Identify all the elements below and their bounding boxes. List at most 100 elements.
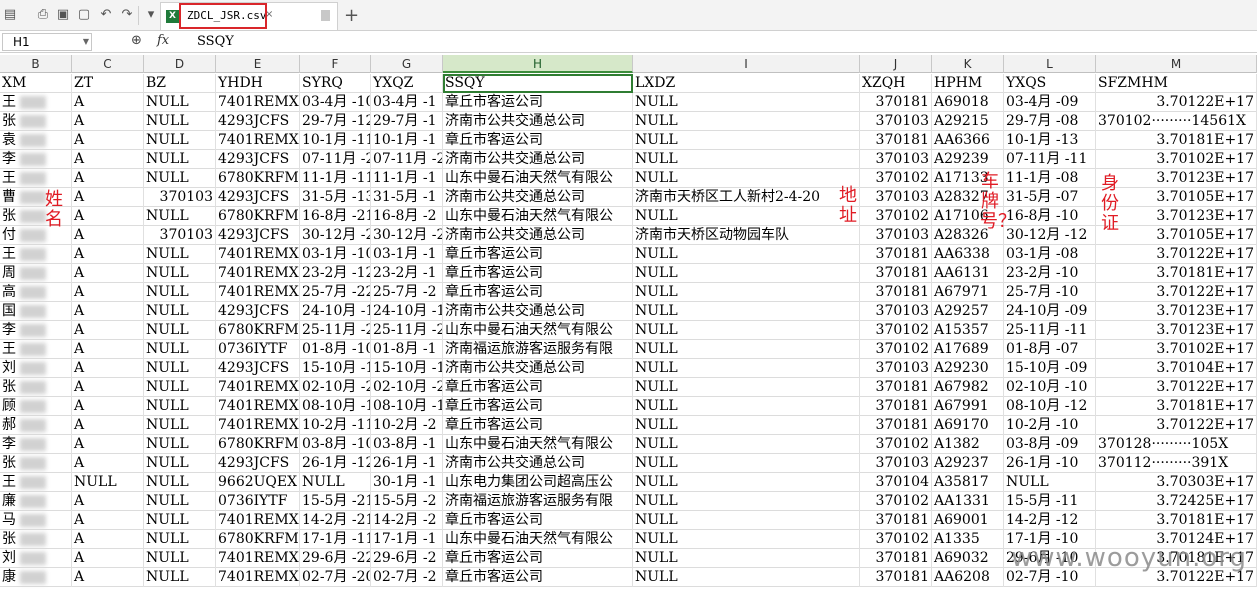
column-header-m[interactable]: M [1096, 55, 1257, 73]
table-cell[interactable]: 370181 [860, 245, 932, 264]
table-cell[interactable]: 济南市公共交通总公司 [443, 454, 633, 473]
table-cell[interactable]: 山东中曼石油天然气有限公 [443, 321, 633, 340]
table-cell[interactable]: NULL [144, 340, 216, 359]
column-header-l[interactable]: L [1004, 55, 1096, 73]
table-cell[interactable]: NULL [144, 416, 216, 435]
table-cell[interactable]: 3.70122E+17 [1096, 245, 1257, 264]
table-cell[interactable]: NULL [633, 378, 860, 397]
table-cell[interactable]: 章丘市客运公司 [443, 549, 633, 568]
table-cell[interactable]: NULL [144, 169, 216, 188]
table-cell[interactable]: NULL [633, 264, 860, 283]
table-cell[interactable]: 370102 [860, 435, 932, 454]
table-cell[interactable]: 济南市天桥区工人新村2-4-20 [633, 188, 860, 207]
fx-icon[interactable]: fx [157, 33, 169, 48]
table-cell[interactable]: 10-1月 -1 [371, 131, 443, 150]
table-cell[interactable]: 7401REMX [216, 397, 300, 416]
table-cell[interactable]: 17-1月 -11 [300, 530, 371, 549]
table-cell[interactable]: 25-11月 -22 [300, 321, 371, 340]
table-cell[interactable]: 03-4月 -10 [300, 93, 371, 112]
table-cell[interactable]: 25-7月 -2 [371, 283, 443, 302]
table-cell[interactable]: 山东中曼石油天然气有限公 [443, 169, 633, 188]
table-cell[interactable]: NULL [633, 530, 860, 549]
table-cell[interactable]: 17-1月 -1 [371, 530, 443, 549]
table-cell[interactable]: A [72, 359, 144, 378]
table-cell[interactable]: 章丘市客运公司 [443, 283, 633, 302]
table-cell[interactable]: 7401REMX [216, 568, 300, 587]
table-cell[interactable]: 31-5月 -13 [300, 188, 371, 207]
table-cell[interactable]: 7401REMX [216, 549, 300, 568]
table-cell[interactable]: 7401REMX [216, 283, 300, 302]
table-cell[interactable]: 370181 [860, 397, 932, 416]
table-cell[interactable]: A [72, 150, 144, 169]
table-cell[interactable]: 02-10月 -20 [300, 378, 371, 397]
table-cell[interactable]: 11-1月 -11 [300, 169, 371, 188]
table-cell[interactable]: A [72, 245, 144, 264]
table-cell[interactable]: 370181 [860, 264, 932, 283]
table-cell[interactable]: 29-6月 -22 [300, 549, 371, 568]
table-cell[interactable]: NULL [1004, 473, 1096, 492]
table-cell[interactable]: 370112·········391X [1096, 454, 1257, 473]
table-cell[interactable]: 14-2月 -2 [371, 511, 443, 530]
table-cell[interactable]: NULL [144, 112, 216, 131]
table-cell[interactable]: 济南市公共交通总公司 [443, 150, 633, 169]
table-cell[interactable]: 4293JCFS [216, 302, 300, 321]
add-tab-button[interactable]: + [344, 5, 359, 26]
table-cell[interactable]: 25-7月 -22 [300, 283, 371, 302]
column-header-f[interactable]: F [300, 55, 371, 73]
table-cell[interactable]: 29-7月 -1 [371, 112, 443, 131]
header-cell[interactable]: LXDZ [633, 74, 860, 93]
table-cell[interactable]: NULL [144, 568, 216, 587]
table-cell[interactable]: 370103 [860, 150, 932, 169]
table-cell[interactable]: 08-10月 -10 [300, 397, 371, 416]
table-cell[interactable]: A [72, 188, 144, 207]
table-cell[interactable]: 济南福运旅游客运服务有限 [443, 492, 633, 511]
table-cell[interactable]: 6780KRFM [216, 435, 300, 454]
table-cell[interactable]: 14-2月 -12 [1004, 511, 1096, 530]
table-cell[interactable]: 01-8月 -1 [371, 340, 443, 359]
table-cell[interactable]: 4293JCFS [216, 150, 300, 169]
table-cell[interactable]: 山东电力集团公司超高压公 [443, 473, 633, 492]
table-cell[interactable]: 30-12月 -12 [1004, 226, 1096, 245]
page-setup-icon[interactable]: ▢ [76, 7, 92, 23]
table-cell[interactable]: 济南福运旅游客运服务有限 [443, 340, 633, 359]
table-cell[interactable]: 章丘市客运公司 [443, 131, 633, 150]
table-cell[interactable]: A [72, 283, 144, 302]
table-cell[interactable]: 3.70181E+17 [1096, 397, 1257, 416]
table-cell[interactable]: NULL [144, 492, 216, 511]
table-cell[interactable]: 23-2月 -1 [371, 264, 443, 283]
header-cell[interactable]: HPHM [932, 74, 1004, 93]
column-header-g[interactable]: G [371, 55, 443, 73]
table-cell[interactable]: 6780KRFM [216, 207, 300, 226]
table-cell[interactable]: 30-1月 -1 [371, 473, 443, 492]
table-cell[interactable]: 章丘市客运公司 [443, 416, 633, 435]
table-cell[interactable]: NULL [633, 150, 860, 169]
table-cell[interactable]: NULL [633, 131, 860, 150]
table-cell[interactable]: 15-10月 -09 [1004, 359, 1096, 378]
table-cell[interactable]: 章丘市客运公司 [443, 93, 633, 112]
table-cell[interactable]: 3.70102E+17 [1096, 150, 1257, 169]
table-cell[interactable]: 08-10月 -1 [371, 397, 443, 416]
table-cell[interactable]: 章丘市客运公司 [443, 245, 633, 264]
table-cell[interactable]: 山东中曼石油天然气有限公 [443, 530, 633, 549]
table-cell[interactable]: 370102 [860, 530, 932, 549]
table-cell[interactable]: 03-1月 -1 [371, 245, 443, 264]
table-cell[interactable]: 3.70123E+17 [1096, 321, 1257, 340]
table-cell[interactable]: NULL [144, 283, 216, 302]
table-cell[interactable]: NULL [633, 473, 860, 492]
table-cell[interactable]: 03-4月 -09 [1004, 93, 1096, 112]
table-cell[interactable]: 370181 [860, 568, 932, 587]
table-cell[interactable]: A [72, 302, 144, 321]
table-cell[interactable]: 370102 [860, 340, 932, 359]
pin-icon[interactable] [321, 10, 330, 21]
table-cell[interactable]: 3.70181E+17 [1096, 511, 1257, 530]
table-cell[interactable]: 370102 [860, 321, 932, 340]
table-cell[interactable]: 370181 [860, 283, 932, 302]
table-cell[interactable]: 370181 [860, 378, 932, 397]
table-cell[interactable]: 370104 [860, 473, 932, 492]
table-cell[interactable]: 03-1月 -10 [300, 245, 371, 264]
table-cell[interactable]: NULL [144, 302, 216, 321]
table-cell[interactable]: A [72, 169, 144, 188]
table-cell[interactable]: 3.70105E+17 [1096, 188, 1257, 207]
table-cell[interactable]: 370103 [860, 302, 932, 321]
table-cell[interactable]: 03-4月 -1 [371, 93, 443, 112]
